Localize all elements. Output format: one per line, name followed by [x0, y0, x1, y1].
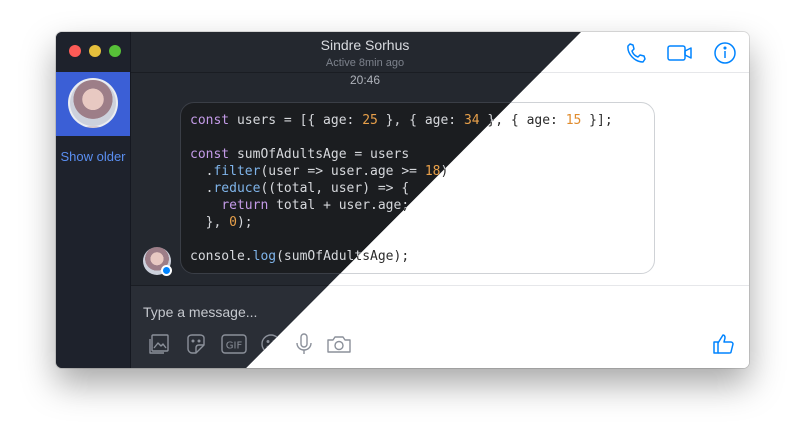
show-older-link[interactable]: Show older	[56, 149, 130, 165]
svg-text:GIF: GIF	[226, 341, 243, 352]
thumbs-up-icon[interactable]	[712, 332, 736, 356]
minimize-window-button[interactable]	[89, 45, 101, 57]
camera-icon[interactable]	[326, 332, 352, 356]
maximize-window-button[interactable]	[109, 45, 121, 57]
messenger-badge-icon	[161, 265, 172, 276]
contact-tile-selected[interactable]	[56, 72, 130, 136]
contact-status: Active 8min ago	[325, 57, 405, 69]
message-input[interactable]: Type a message...	[143, 304, 257, 320]
messenger-window: Sindre Sorhus Active 8min ago 20:46 cons…	[56, 32, 749, 368]
sticker-icon[interactable]	[184, 332, 208, 356]
contact-avatar	[68, 78, 118, 128]
video-camera-icon[interactable]	[666, 41, 694, 65]
contact-name: Sindre Sorhus	[320, 37, 410, 53]
microphone-icon[interactable]	[292, 332, 316, 356]
gif-icon[interactable]: GIF	[221, 332, 247, 356]
image-icon[interactable]	[147, 332, 171, 356]
info-icon[interactable]	[713, 41, 737, 65]
close-window-button[interactable]	[69, 45, 81, 57]
phone-icon[interactable]	[624, 41, 648, 65]
